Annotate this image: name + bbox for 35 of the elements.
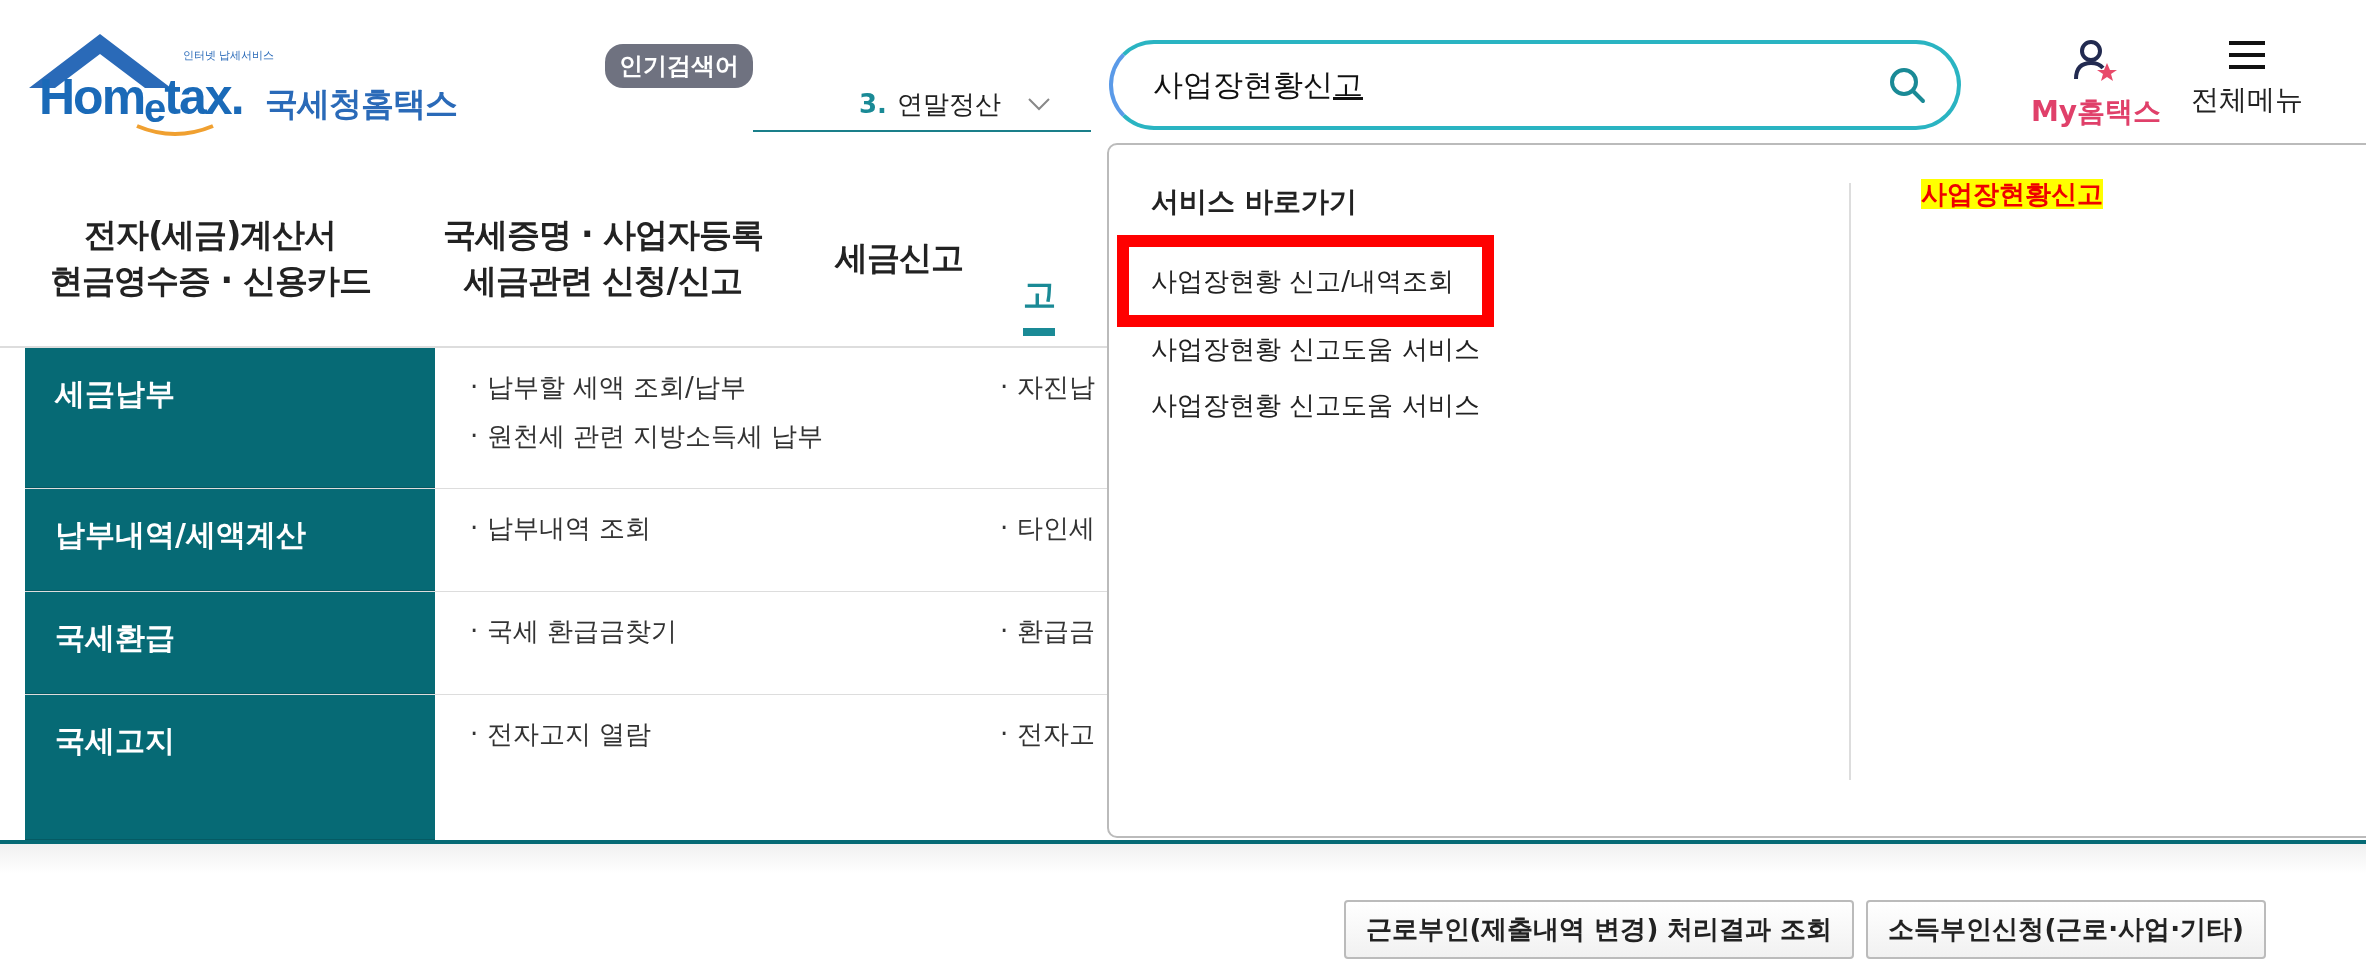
search-icon[interactable] [1887,65,1927,105]
action-button[interactable]: 소득부인신청(근로·사업·기타) [1866,900,2266,959]
submenu-link[interactable]: · 국세 환급금찾기 [470,614,677,649]
header-link[interactable]: 전체메뉴 [2191,39,2304,131]
nav-tab[interactable]: 국세증명 · 사업자등록 세금관련 신청/신고 [442,170,764,346]
submenu-link[interactable]: · 타인세 [1000,511,1095,546]
nav-tab[interactable]: 세금신고 [835,170,964,346]
chevron-down-icon [1026,97,1051,111]
suggestion-link[interactable]: 사업장현황 신고도움 서비스 [1151,377,1480,433]
action-button[interactable]: 근로부인(제출내역 변경) 처리결과 조회 [1343,900,1855,959]
category-label: 국세환급 [25,592,435,694]
panel-heading: 서비스 바로가기 [1151,184,1358,220]
submenu-link[interactable]: · 전자고지 열람 [470,717,651,752]
submenu-link[interactable]: · 납부할 세액 조회/납부 [470,370,746,405]
popular-badge: 인기검색어 [605,44,753,88]
suggestion-link[interactable]: 사업장현황 신고/내역조회 [1117,235,1495,327]
submenu-link[interactable]: · 환급금 [1000,614,1095,649]
nav-tab[interactable]: 고 [1023,271,1056,336]
search-field[interactable]: 사업장현황신고 [1109,40,1961,130]
submenu-link[interactable]: · 전자고 [1000,717,1095,752]
menu-icon [2227,39,2268,71]
submenu-link[interactable]: · 원천세 관련 지방소득세 납부 [470,419,824,454]
logo-wordmark: Hom$_{e}$tax. [39,68,243,131]
nav-tab[interactable]: 전자(세금)계산서 현금영수증 · 신용카드 [50,170,371,346]
smile-icon [135,124,215,138]
category-label: 납부내역/세액계산 [25,489,435,591]
category-label: 국세고지 [25,695,435,840]
logo-name: 국세청홈택스 [265,83,457,125]
submenu-link[interactable]: · 납부내역 조회 [470,511,651,546]
keyword-highlight[interactable]: 사업장현황신고 [1921,179,2103,209]
popular-search-select[interactable]: 3. 연말정산 [753,78,1091,132]
submenu-link[interactable]: · 자진납 [1000,370,1095,405]
category-label: 세금납부 [25,348,435,488]
logo-tagline: 인터넷 납세서비스 [183,48,275,63]
header-link[interactable]: My홈택스 [2031,39,2162,131]
